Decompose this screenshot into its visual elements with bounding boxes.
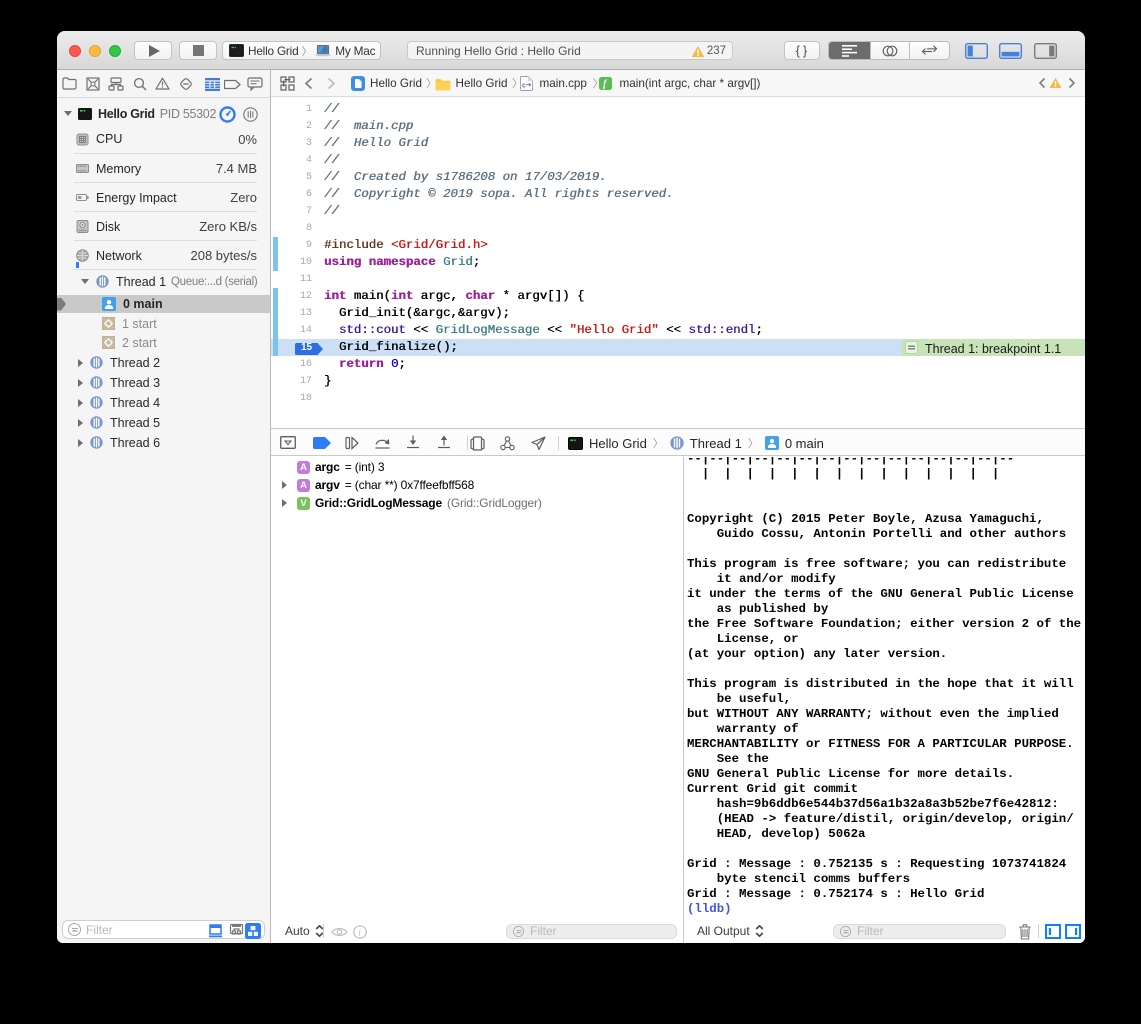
svg-text:c: c	[522, 83, 526, 90]
svg-text:i: i	[358, 928, 361, 938]
